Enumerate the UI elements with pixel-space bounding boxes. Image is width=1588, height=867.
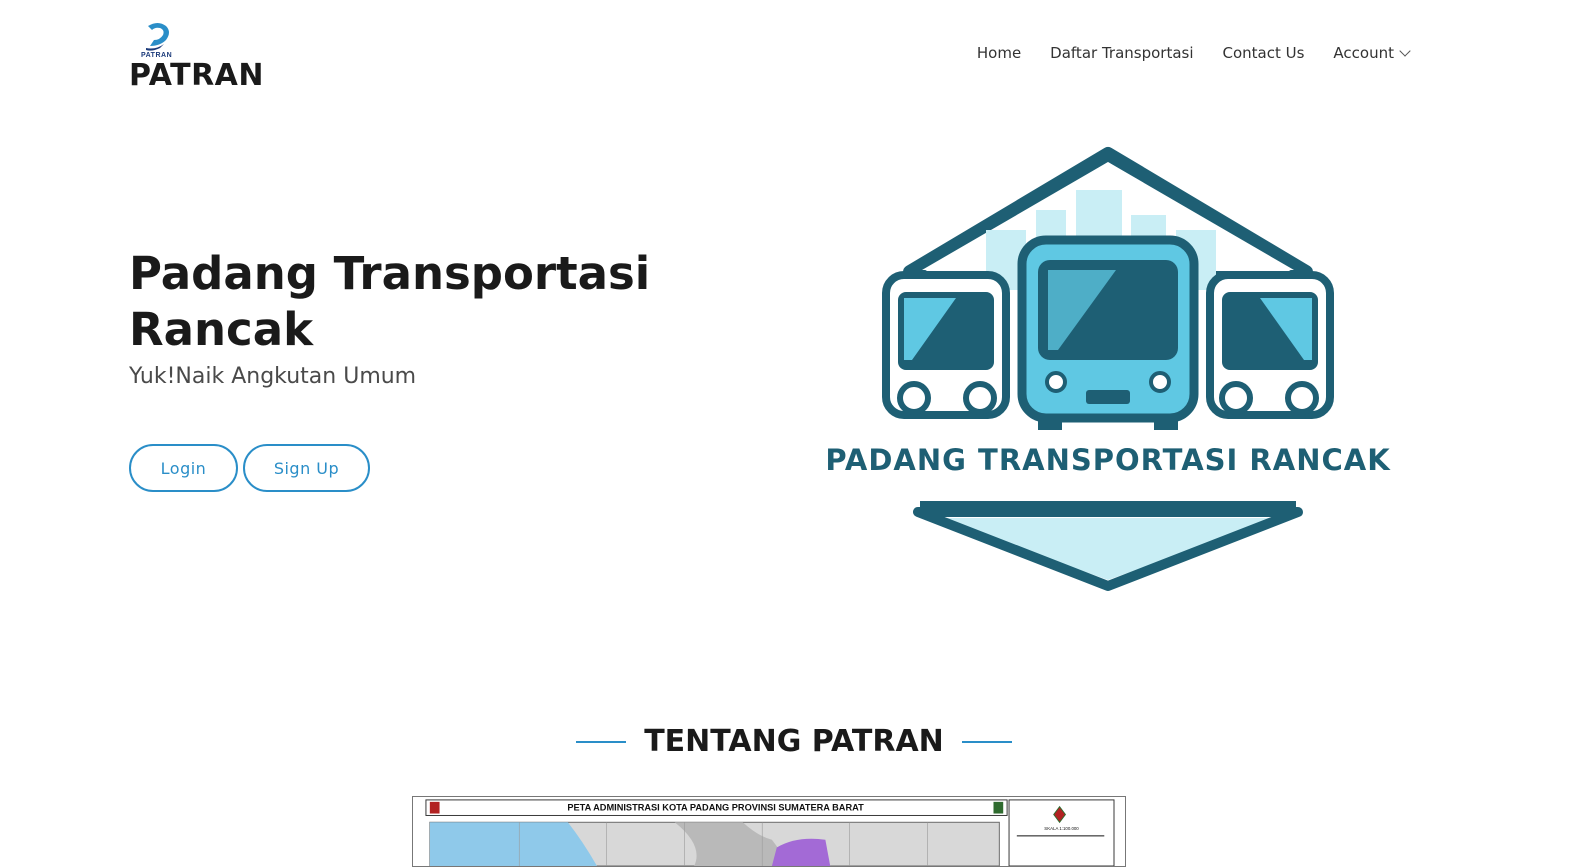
nav-daftar-transportasi[interactable]: Daftar Transportasi xyxy=(1050,44,1193,62)
logo-text: PATRAN xyxy=(129,58,265,93)
site-logo[interactable]: PATRAN PATRAN xyxy=(129,20,264,93)
center-bus-icon xyxy=(1017,235,1199,430)
nav-contact-us[interactable]: Contact Us xyxy=(1223,44,1305,62)
chevron-down-icon xyxy=(1399,44,1411,57)
padang-administrative-map: PETA ADMINISTRASI KOTA PADANG PROVINSI S… xyxy=(412,796,1126,867)
province-emblem-icon xyxy=(993,801,1004,814)
left-bus-icon xyxy=(882,271,1010,419)
about-section-title: TENTANG PATRAN xyxy=(644,724,944,759)
nav-account[interactable]: Account xyxy=(1333,44,1411,62)
right-bus-icon xyxy=(1206,271,1334,419)
regional-emblem-icon xyxy=(429,801,440,814)
site-header: PATRAN PATRAN Home Daftar Transportasi C… xyxy=(0,0,1588,110)
main-nav: Home Daftar Transportasi Contact Us Acco… xyxy=(977,44,1411,62)
hero-art-caption: PADANG TRANSPORTASI RANCAK xyxy=(825,443,1391,477)
heading-divider-left xyxy=(575,740,626,743)
about-section-heading: TENTANG PATRAN xyxy=(0,724,1588,759)
login-button[interactable]: Login xyxy=(129,444,238,492)
hero-subtitle: Yuk!Naik Angkutan Umum xyxy=(129,364,417,389)
map-scale: SKALA 1:100.000 xyxy=(1044,826,1079,831)
hero-bus-logo-illustration: PADANG TRANSPORTASI RANCAK xyxy=(825,147,1391,591)
heading-divider-right xyxy=(962,740,1013,743)
nav-account-label: Account xyxy=(1333,44,1394,62)
nav-home[interactable]: Home xyxy=(977,44,1021,62)
signup-button[interactable]: Sign Up xyxy=(243,444,370,492)
map-title: PETA ADMINISTRASI KOTA PADANG PROVINSI S… xyxy=(567,803,864,813)
patran-logo-icon xyxy=(146,23,169,51)
hero-title: Padang Transportasi Rancak xyxy=(129,247,651,356)
